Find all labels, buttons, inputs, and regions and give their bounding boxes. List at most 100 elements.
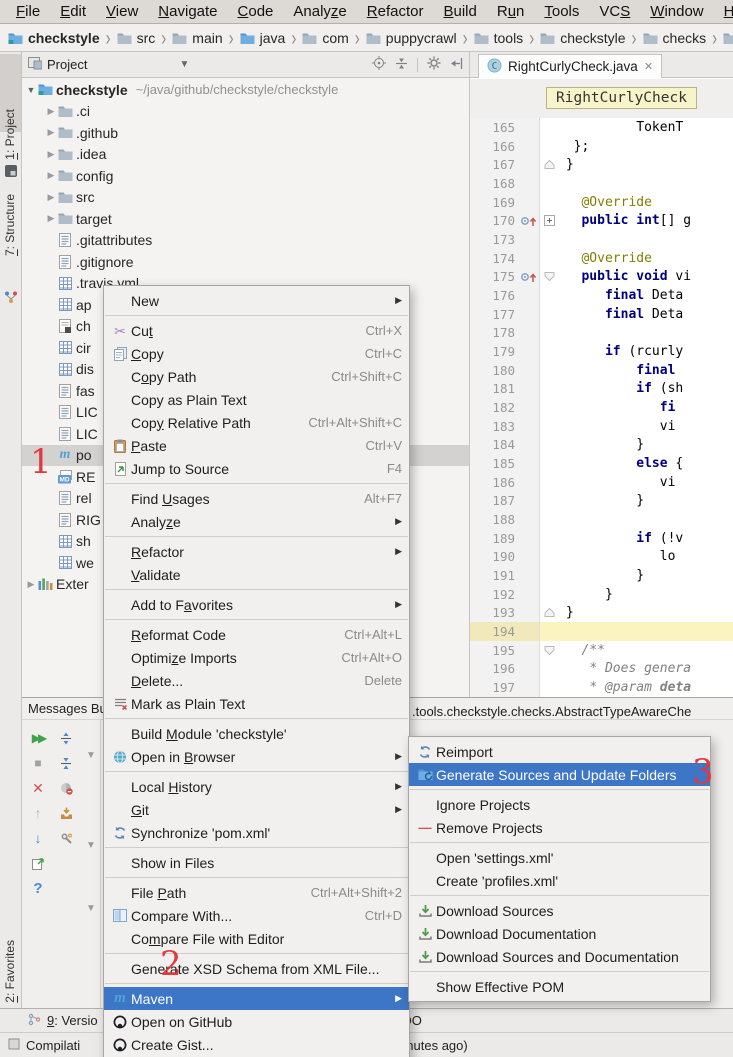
menu-item-build-module-checkstyle-[interactable]: Build Module 'checkstyle' xyxy=(104,722,409,745)
import-icon[interactable] xyxy=(58,805,74,821)
collapse2-icon[interactable] xyxy=(58,755,74,771)
tree-item-checkstyle[interactable]: ▼checkstyle~/java/github/checkstyle/chec… xyxy=(22,79,469,101)
gear-icon[interactable] xyxy=(427,56,441,73)
breadcrumb-item-com[interactable]: com xyxy=(302,30,348,46)
menu-item-file-path[interactable]: File PathCtrl+Alt+Shift+2 xyxy=(104,881,409,904)
tree-item-.ci[interactable]: ▶.ci xyxy=(22,101,469,123)
menu-item-copy-relative-path[interactable]: Copy Relative PathCtrl+Alt+Shift+C xyxy=(104,411,409,434)
expand-node-icon[interactable]: ▼ xyxy=(86,840,96,851)
fold-marker-icon[interactable] xyxy=(540,641,558,660)
menu-item-jump-to-source[interactable]: Jump to SourceF4 xyxy=(104,457,409,480)
structure-toolwindow-icon[interactable] xyxy=(4,290,18,307)
menu-item-download-sources[interactable]: Download Sources xyxy=(409,899,710,922)
menu-item-download-sources-and-documentation[interactable]: Download Sources and Documentation xyxy=(409,945,710,968)
menu-item-copy-path[interactable]: Copy PathCtrl+Shift+C xyxy=(104,365,409,388)
export-icon[interactable] xyxy=(30,855,46,871)
wrench-icon[interactable] xyxy=(58,830,74,846)
tree-item-.idea[interactable]: ▶.idea xyxy=(22,144,469,166)
menu-item-open-on-github[interactable]: Open on GitHub xyxy=(104,1010,409,1033)
menu-item-show-in-files[interactable]: Show in Files xyxy=(104,851,409,874)
menu-item-local-history[interactable]: Local History▶ xyxy=(104,775,409,798)
menu-item-find-usages[interactable]: Find UsagesAlt+F7 xyxy=(104,487,409,510)
fold-marker-icon[interactable] xyxy=(540,155,558,174)
menu-item-copy-as-plain-text[interactable]: Copy as Plain Text xyxy=(104,388,409,411)
menu-item-compare-file-with-editor[interactable]: Compare File with Editor xyxy=(104,927,409,950)
collapse-all-icon[interactable] xyxy=(395,57,408,73)
menu-item-synchronize-pom-xml-[interactable]: Synchronize 'pom.xml' xyxy=(104,821,409,844)
menu-item-generate-xsd-schema-from-xml-file-[interactable]: Generate XSD Schema from XML File... xyxy=(104,957,409,980)
menu-item-delete-[interactable]: Delete...Delete xyxy=(104,669,409,692)
menu-item-compare-with-[interactable]: Compare With...Ctrl+D xyxy=(104,904,409,927)
tree-item-.gitignore[interactable]: .gitignore xyxy=(22,251,469,273)
up-gray-icon[interactable]: ↑ xyxy=(30,805,46,821)
menu-item-validate[interactable]: Validate xyxy=(104,563,409,586)
chevron-collapsed-icon[interactable]: ▶ xyxy=(46,149,56,160)
menu-item-analyze[interactable]: Analyze▶ xyxy=(104,510,409,533)
breadcrumb-item-puppycrawl[interactable]: puppycrawl xyxy=(366,30,457,46)
menu-item-remove-projects[interactable]: —Remove Projects xyxy=(409,816,710,839)
menubar-item-help[interactable]: Help xyxy=(714,1,733,22)
chevron-collapsed-icon[interactable]: ▶ xyxy=(26,579,36,590)
chevron-expanded-icon[interactable]: ▼ xyxy=(26,85,36,95)
fold-marker-icon[interactable] xyxy=(540,603,558,622)
breadcrumb-item-main[interactable]: main xyxy=(172,30,222,46)
chevron-collapsed-icon[interactable]: ▶ xyxy=(46,106,56,117)
menu-item-cut[interactable]: ✂CutCtrl+X xyxy=(104,319,409,342)
menu-item-ignore-projects[interactable]: Ignore Projects xyxy=(409,793,710,816)
down-blue-icon[interactable]: ↓ xyxy=(30,830,46,846)
menu-item-mark-as-plain-text[interactable]: Mark as Plain Text xyxy=(104,692,409,715)
menu-item-copy[interactable]: CopyCtrl+C xyxy=(104,342,409,365)
chevron-collapsed-icon[interactable]: ▶ xyxy=(46,192,56,203)
hide-panel-icon[interactable] xyxy=(450,57,463,73)
menu-item-open-settings-xml-[interactable]: Open 'settings.xml' xyxy=(409,846,710,869)
breadcrumb-item-checks[interactable]: checks xyxy=(643,30,707,46)
close-icon[interactable]: ✕ xyxy=(644,60,653,73)
menubar-item-window[interactable]: Window xyxy=(640,1,713,22)
chevron-collapsed-icon[interactable]: ▶ xyxy=(46,127,56,138)
filter-icon[interactable] xyxy=(58,780,74,796)
menubar-item-analyze[interactable]: Analyze xyxy=(283,1,356,22)
menu-item-download-documentation[interactable]: Download Documentation xyxy=(409,922,710,945)
breadcrumb-item-trailing[interactable] xyxy=(723,32,733,45)
tree-item-.gitattributes[interactable]: .gitattributes xyxy=(22,230,469,252)
menu-item-optimize-imports[interactable]: Optimize ImportsCtrl+Alt+O xyxy=(104,646,409,669)
tree-item-.github[interactable]: ▶.github xyxy=(22,122,469,144)
chevron-collapsed-icon[interactable]: ▶ xyxy=(46,170,56,181)
fold-marker-icon[interactable] xyxy=(540,267,558,286)
menubar-item-navigate[interactable]: Navigate xyxy=(148,1,227,22)
chevron-collapsed-icon[interactable]: ▶ xyxy=(46,213,56,224)
menu-item-maven[interactable]: mMaven▶ xyxy=(104,987,409,1010)
breadcrumb-item-checkstyle[interactable]: checkstyle xyxy=(540,30,625,46)
close-red-icon[interactable]: ✕ xyxy=(30,780,46,796)
menu-item-reformat-code[interactable]: Reformat CodeCtrl+Alt+L xyxy=(104,623,409,646)
expand-node-icon[interactable]: ▼ xyxy=(86,750,96,761)
breadcrumb-item-src[interactable]: src xyxy=(117,30,156,46)
expand-node-icon[interactable]: ▼ xyxy=(86,903,96,914)
menu-item-refactor[interactable]: Refactor▶ xyxy=(104,540,409,563)
menu-item-generate-sources-and-update-folders[interactable]: Generate Sources and Update Folders xyxy=(409,763,710,786)
breadcrumb-item-java[interactable]: java xyxy=(240,30,286,46)
stop-icon[interactable]: ■ xyxy=(30,755,46,771)
menu-item-paste[interactable]: PasteCtrl+V xyxy=(104,434,409,457)
menubar-item-refactor[interactable]: Refactor xyxy=(357,1,434,22)
help-icon[interactable]: ? xyxy=(30,880,46,896)
menubar-item-vcs[interactable]: VCS xyxy=(589,1,640,22)
tab-version-control[interactable]: 9: Versio xyxy=(28,1013,98,1029)
expand2-icon[interactable] xyxy=(58,730,74,746)
tree-item-target[interactable]: ▶target xyxy=(22,208,469,230)
project-toolwindow-icon[interactable] xyxy=(4,164,18,181)
sidebar-item-structure[interactable]: 7: Structure xyxy=(3,194,17,256)
menubar-item-code[interactable]: Code xyxy=(228,1,284,22)
breadcrumb-item-checkstyle[interactable]: checkstyle xyxy=(8,30,100,46)
menu-item-new[interactable]: New▶ xyxy=(104,289,409,312)
menu-item-open-in-browser[interactable]: Open in Browser▶ xyxy=(104,745,409,768)
menu-item-show-effective-pom[interactable]: Show Effective POM xyxy=(409,975,710,998)
menubar-item-tools[interactable]: Tools xyxy=(534,1,589,22)
code-area[interactable]: 165 TokenT166 };167 }168169 @Override170… xyxy=(470,118,733,697)
chevron-down-icon[interactable]: ▼ xyxy=(179,59,189,70)
menu-item-add-to-favorites[interactable]: Add to Favorites▶ xyxy=(104,593,409,616)
tab-rightcurlycheck[interactable]: C RightCurlyCheck.java ✕ xyxy=(478,54,662,78)
locate-icon[interactable] xyxy=(372,56,386,73)
menubar-item-run[interactable]: Run xyxy=(487,1,535,22)
menubar-item-edit[interactable]: Edit xyxy=(50,1,96,22)
